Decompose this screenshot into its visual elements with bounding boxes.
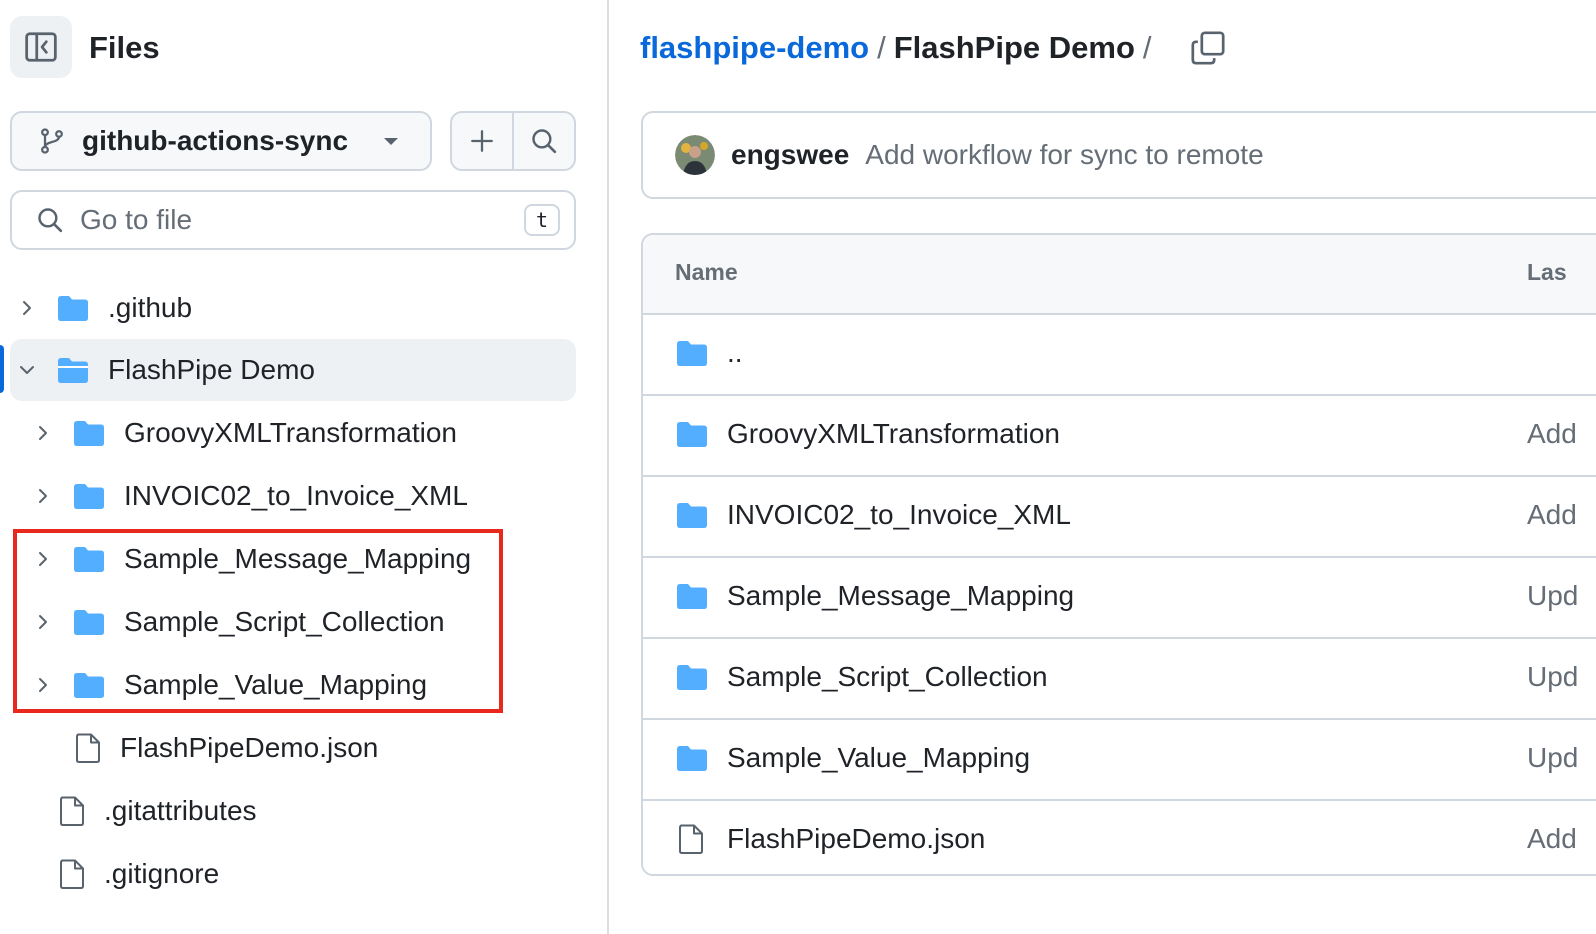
- file-icon: [679, 824, 703, 854]
- table-row[interactable]: FlashPipeDemo.json Add: [643, 801, 1596, 874]
- table-row[interactable]: Sample_Value_Mapping Upd: [643, 720, 1596, 801]
- sidebar-title: Files: [89, 30, 160, 65]
- copy-icon: [1191, 31, 1225, 65]
- search-icon: [532, 129, 557, 154]
- tree-item-label: .gitignore: [104, 858, 220, 889]
- tree-item-label: FlashPipeDemo.json: [120, 732, 379, 763]
- file-icon: [60, 796, 84, 826]
- table-row[interactable]: Sample_Message_Mapping Upd: [643, 558, 1596, 639]
- commit-author-link[interactable]: engswee: [731, 139, 849, 171]
- folder-icon: [74, 421, 104, 446]
- tree-item-flashpipedemo-json[interactable]: FlashPipeDemo.json: [74, 717, 378, 779]
- column-header-name: Name: [675, 259, 738, 285]
- folder-icon: [74, 484, 104, 509]
- breadcrumb-current-folder: FlashPipe Demo: [893, 30, 1135, 65]
- breadcrumb-separator: /: [1142, 30, 1152, 65]
- file-icon: [76, 733, 100, 763]
- row-commit-message[interactable]: Upd: [1527, 742, 1578, 774]
- tree-item-gitattributes[interactable]: .gitattributes: [58, 780, 257, 842]
- go-to-file-field[interactable]: t: [10, 190, 576, 250]
- tree-item-label: INVOIC02_to_Invoice_XML: [124, 480, 468, 511]
- table-row-parent-directory[interactable]: ..: [643, 315, 1596, 396]
- breadcrumb-separator: /: [877, 30, 886, 65]
- file-tree-sidebar: Files github-actions-sync Go to file t .…: [0, 0, 608, 934]
- copy-path-button[interactable]: [1190, 30, 1226, 66]
- row-commit-message[interactable]: Upd: [1527, 580, 1578, 612]
- tree-item-groovyxmltransformation[interactable]: GroovyXMLTransformation: [30, 402, 457, 464]
- highlight-annotation-box: [13, 529, 503, 713]
- tree-item-gitignore[interactable]: .gitignore: [58, 843, 219, 905]
- row-commit-message[interactable]: Add: [1527, 499, 1577, 531]
- tree-item-label: .gitattributes: [104, 795, 257, 826]
- git-branch-icon: [41, 128, 63, 154]
- table-row[interactable]: GroovyXMLTransformation Add: [643, 396, 1596, 477]
- chevron-right-icon[interactable]: [30, 422, 56, 444]
- row-name-link[interactable]: Sample_Value_Mapping: [727, 742, 1030, 774]
- table-row[interactable]: Sample_Script_Collection Upd: [643, 639, 1596, 720]
- tree-item-label: GroovyXMLTransformation: [124, 417, 457, 448]
- table-row[interactable]: INVOIC02_to_Invoice_XML Add: [643, 477, 1596, 558]
- breadcrumb: flashpipe-demo / FlashPipe Demo /: [640, 28, 1160, 68]
- go-to-file-input[interactable]: [78, 203, 524, 237]
- keyboard-shortcut-hint: t: [524, 204, 560, 236]
- chevron-down-icon[interactable]: [14, 362, 40, 378]
- commit-message-link[interactable]: Add workflow for sync to remote: [865, 139, 1263, 171]
- file-table: Name Las .. GroovyXMLTransformation Add …: [641, 233, 1596, 876]
- tree-item-label: .github: [108, 292, 193, 323]
- tree-item-flashpipe-demo[interactable]: FlashPipe Demo: [14, 339, 315, 401]
- folder-icon: [58, 296, 88, 321]
- row-name-link[interactable]: GroovyXMLTransformation: [727, 418, 1060, 450]
- folder-open-icon: [58, 358, 88, 383]
- folder-icon: [677, 665, 707, 690]
- file-icon: [60, 859, 84, 889]
- tree-item-github[interactable]: .github: [14, 277, 192, 339]
- triangle-down-icon: [384, 138, 398, 145]
- search-code-button[interactable]: [512, 113, 574, 169]
- row-commit-message[interactable]: Upd: [1527, 661, 1578, 693]
- add-file-button[interactable]: [452, 113, 512, 169]
- avatar[interactable]: [675, 135, 715, 175]
- row-commit-message[interactable]: Add: [1527, 418, 1577, 450]
- column-header-last-commit: Las: [1527, 259, 1567, 285]
- folder-icon: [677, 584, 707, 609]
- breadcrumb-repo-link[interactable]: flashpipe-demo: [640, 28, 869, 68]
- search-icon: [38, 208, 63, 233]
- folder-icon: [677, 746, 707, 771]
- latest-commit-box: engswee Add workflow for sync to remote: [641, 111, 1596, 199]
- row-name-link[interactable]: Sample_Message_Mapping: [727, 580, 1074, 612]
- row-name-link[interactable]: INVOIC02_to_Invoice_XML: [727, 499, 1071, 531]
- branch-name: github-actions-sync: [82, 125, 349, 156]
- chevron-right-icon[interactable]: [30, 485, 56, 507]
- collapse-sidebar-button[interactable]: [10, 16, 72, 78]
- row-commit-message[interactable]: Add: [1527, 823, 1577, 855]
- row-name-link[interactable]: ..: [727, 337, 743, 369]
- row-name-link[interactable]: FlashPipeDemo.json: [727, 823, 985, 855]
- folder-icon: [677, 503, 707, 528]
- sidebar-divider[interactable]: [607, 0, 609, 934]
- branch-selector[interactable]: github-actions-sync: [10, 111, 432, 171]
- folder-icon: [677, 341, 707, 366]
- table-header: Name Las: [643, 235, 1596, 315]
- tree-item-label: FlashPipe Demo: [108, 354, 315, 385]
- row-name-link[interactable]: Sample_Script_Collection: [727, 661, 1048, 693]
- chevron-right-icon[interactable]: [14, 297, 40, 319]
- plus-icon: [471, 130, 493, 152]
- selected-item-indicator: [0, 345, 4, 393]
- tree-actions: [450, 111, 576, 171]
- folder-icon: [677, 422, 707, 447]
- tree-item-invoic02-to-invoice-xml[interactable]: INVOIC02_to_Invoice_XML: [30, 465, 468, 527]
- sidebar-collapse-icon: [25, 32, 57, 62]
